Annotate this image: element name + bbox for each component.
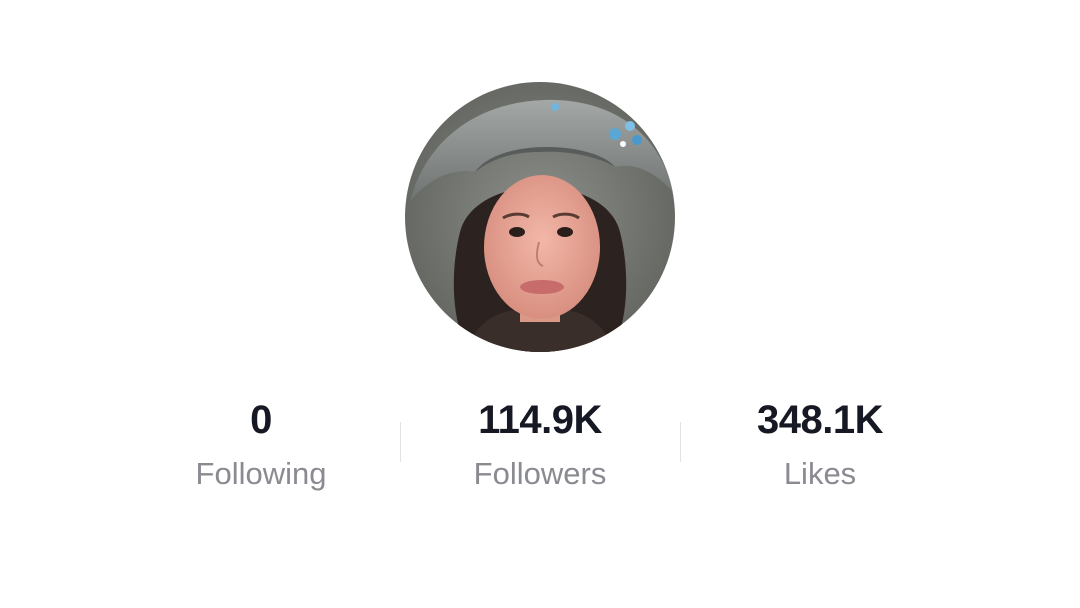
likes-stat[interactable]: 348.1K Likes — [700, 392, 940, 499]
likes-label: Likes — [783, 456, 857, 491]
following-label: Following — [195, 456, 327, 491]
likes-count: 348.1K — [757, 398, 883, 442]
followers-stat[interactable]: 114.9K Followers — [420, 392, 660, 499]
followers-count: 114.9K — [478, 398, 602, 442]
profile-stats: 0 Following 114.9K Followers 348.1K Like… — [0, 392, 1080, 502]
following-stat[interactable]: 0 Following — [141, 392, 381, 499]
profile-avatar[interactable] — [405, 82, 675, 352]
following-count: 0 — [250, 398, 272, 442]
followers-label: Followers — [473, 456, 607, 491]
avatar-image — [405, 82, 675, 352]
